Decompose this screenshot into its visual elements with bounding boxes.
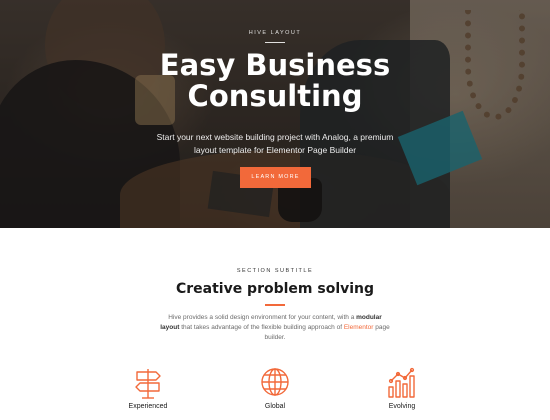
hero-banner: Hive Layout Easy Business Consulting Sta… [0, 0, 550, 228]
section-subtitle: Section Subtitle [236, 268, 314, 274]
hero-description: Start your next website building project… [156, 132, 394, 155]
section-description: Hive provides a solid design environment… [160, 313, 390, 343]
hero-title: Easy Business Consulting [0, 50, 550, 112]
feature-global: Global [225, 367, 325, 410]
hero-title-line-2: Consulting [187, 79, 363, 113]
section-desc-text-1: Hive provides a solid design environment… [168, 314, 357, 321]
elementor-link[interactable]: Elementor [344, 324, 374, 331]
signpost-icon [135, 369, 161, 399]
learn-more-button[interactable]: Learn More [240, 167, 311, 188]
globe-icon [261, 368, 289, 396]
hero-content: Hive Layout Easy Business Consulting Sta… [0, 0, 550, 228]
growth-chart-icon [388, 367, 415, 398]
hero-eyebrow: Hive Layout [248, 30, 302, 36]
feature-label-evolving: Evolving [388, 403, 416, 410]
section-desc-text-2: that takes advantage of the flexible bui… [179, 324, 344, 331]
section-title: Creative problem solving [175, 281, 375, 297]
feature-experienced: Experienced [98, 367, 198, 410]
section-divider [265, 304, 285, 306]
feature-label-global: Global [264, 403, 286, 410]
hero-divider [265, 42, 285, 43]
feature-label-experienced: Experienced [128, 403, 168, 410]
feature-evolving: Evolving [352, 367, 452, 410]
hero-title-line-1: Easy Business [159, 48, 391, 82]
